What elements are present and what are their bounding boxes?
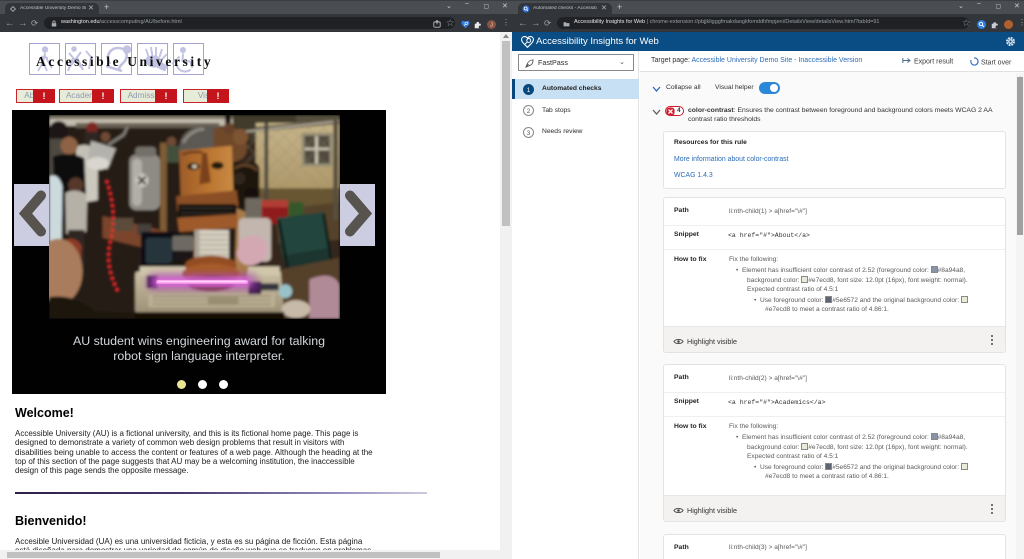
svg-text:J: J xyxy=(490,22,493,28)
